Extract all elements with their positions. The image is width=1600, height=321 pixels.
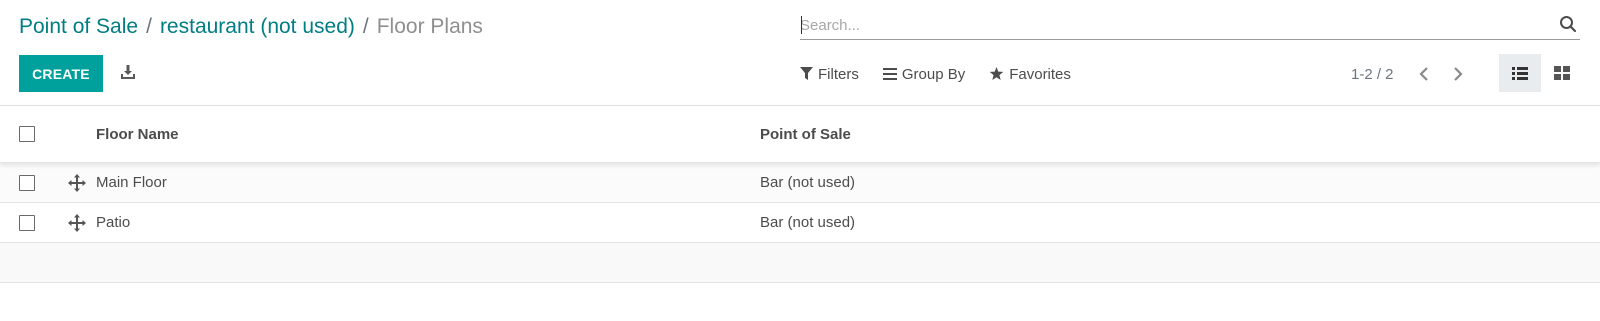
table-row[interactable]: Patio Bar (not used) (0, 203, 1600, 243)
row-checkbox[interactable] (19, 215, 35, 231)
row-checkbox[interactable] (19, 175, 35, 191)
floor-name-cell: Patio (96, 214, 131, 231)
search-input[interactable] (800, 14, 1540, 36)
column-header-point-of-sale[interactable]: Point of Sale (760, 126, 851, 143)
favorites-dropdown[interactable]: Favorites (989, 66, 1071, 83)
create-button[interactable]: CREATE (19, 55, 103, 92)
group-by-label: Group By (901, 65, 966, 83)
pager-previous-button[interactable] (1410, 62, 1438, 86)
chevron-right-icon (1453, 67, 1463, 81)
kanban-icon (1554, 66, 1570, 80)
breadcrumb-separator: / (362, 15, 369, 38)
control-panel: Point of Sale / restaurant (not used) / Floo… (0, 0, 1600, 106)
floor-name-cell: Main Floor (96, 174, 167, 191)
text-caret (801, 16, 802, 34)
point-of-sale-cell: Bar (not used) (760, 214, 856, 231)
filters-dropdown[interactable]: Filters (800, 66, 859, 83)
group-by-dropdown[interactable]: Group By (882, 65, 966, 83)
kanban-view-button[interactable] (1541, 54, 1583, 92)
list-icon (1512, 66, 1528, 80)
chevron-left-icon (1418, 67, 1428, 81)
search-bar (800, 10, 1580, 40)
pager-next-button[interactable] (1444, 62, 1472, 86)
breadcrumb-item-restaurant[interactable]: restaurant (not used) (160, 15, 355, 38)
search-icon[interactable] (1559, 15, 1577, 33)
table-header: Floor Name Point of Sale (0, 107, 1600, 163)
table-empty-row (0, 243, 1600, 283)
view-switcher (1499, 54, 1583, 92)
filter-icon (800, 67, 813, 80)
breadcrumb-separator: / (146, 15, 152, 38)
filters-label: Filters (818, 65, 859, 83)
table-row[interactable]: Main Floor Bar (not used) (0, 163, 1600, 203)
breadcrumb: Point of Sale / restaurant (not used) / Floo… (19, 13, 483, 41)
search-options: Filters Group By Favorites (800, 62, 1095, 86)
star-icon (989, 67, 1004, 80)
pager: 1-2 / 2 (1351, 62, 1478, 86)
download-icon (121, 65, 135, 79)
drag-handle-icon[interactable] (68, 174, 86, 192)
point-of-sale-cell: Bar (not used) (760, 174, 856, 191)
breadcrumb-item-point-of-sale[interactable]: Point of Sale (19, 15, 138, 38)
list-view: Floor Name Point of Sale Main Floor Bar … (0, 107, 1600, 283)
column-header-floor-name[interactable]: Floor Name (96, 126, 179, 143)
drag-handle-icon[interactable] (68, 214, 86, 232)
select-all-checkbox[interactable] (19, 126, 35, 142)
pager-value[interactable]: 1-2 / 2 (1351, 66, 1394, 83)
favorites-label: Favorites (1009, 65, 1071, 83)
list-view-button[interactable] (1499, 54, 1541, 92)
download-button[interactable] (116, 60, 140, 84)
bars-icon (882, 68, 897, 80)
breadcrumb-current: Floor Plans (376, 15, 483, 38)
